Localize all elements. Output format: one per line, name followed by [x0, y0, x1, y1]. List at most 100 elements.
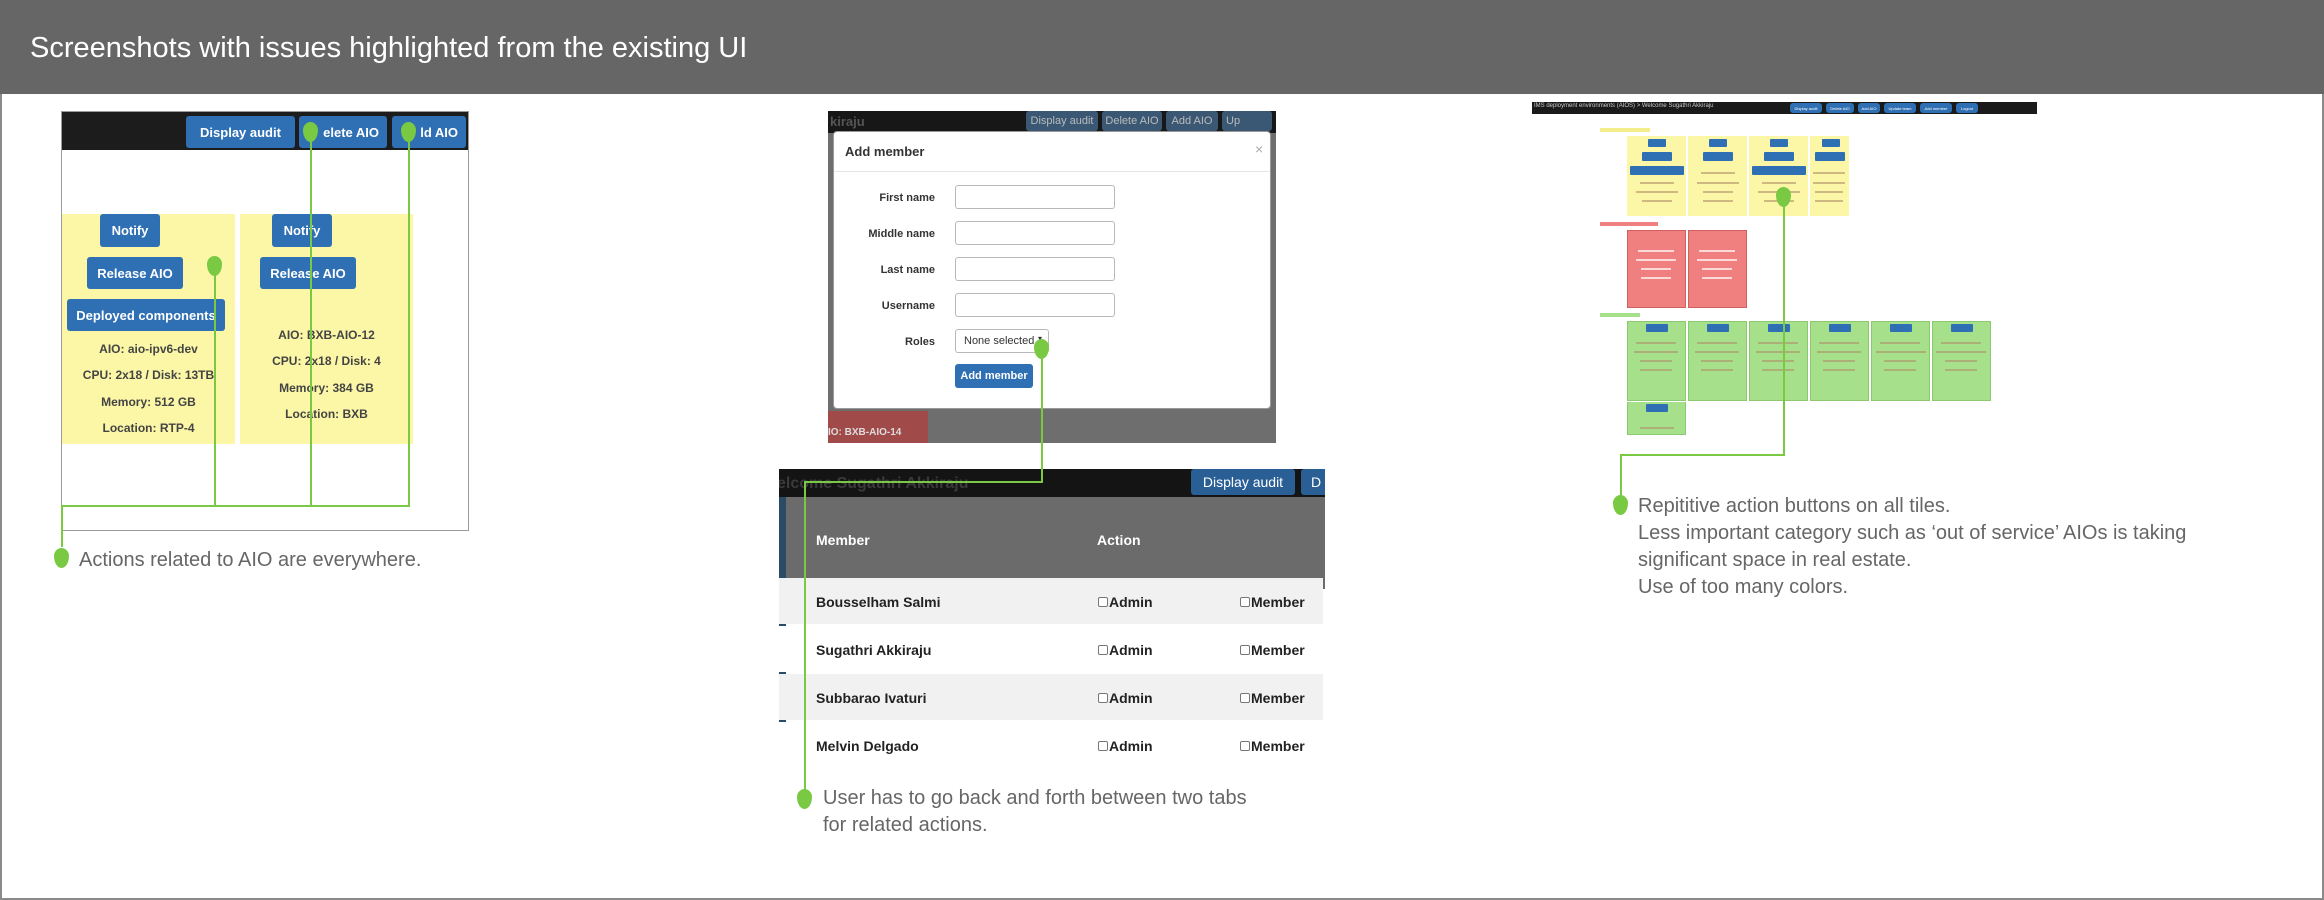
update-team-button[interactable]: Update team	[1884, 103, 1916, 113]
table-row: Subbarao Ivaturi Admin Member	[779, 674, 1323, 720]
member-checkbox[interactable]	[1240, 693, 1250, 703]
notify-button[interactable]	[1770, 139, 1788, 147]
tile-text	[1884, 369, 1916, 371]
add-member-button[interactable]: Add member	[1920, 103, 1952, 113]
issue-note-line2: Less important category such as ‘out of …	[1638, 522, 2187, 544]
reserve-button[interactable]	[1768, 324, 1790, 332]
admin-checkbox[interactable]	[1098, 597, 1108, 607]
release-aio-button[interactable]: Release AIO	[87, 257, 183, 289]
tile-text	[1634, 351, 1678, 353]
background-tile-label: IO: BXB-AIO-14	[828, 427, 902, 438]
deployed-components-button[interactable]	[1752, 166, 1806, 175]
modal-divider	[834, 171, 1270, 172]
aio-tile	[1810, 136, 1849, 216]
tile-text	[1936, 351, 1986, 353]
logout-button[interactable]: Logout	[1956, 103, 1978, 113]
tile-text	[1640, 360, 1672, 362]
callout-line	[804, 481, 806, 791]
reserve-button[interactable]	[1646, 324, 1668, 332]
tile-text	[1701, 369, 1733, 371]
release-aio-button[interactable]	[1642, 152, 1672, 161]
aio-tile	[1688, 136, 1747, 216]
member-checkbox[interactable]	[1240, 597, 1250, 607]
callout-line	[1783, 199, 1785, 455]
username-label: Username	[881, 300, 935, 312]
delete-aio-button[interactable]: D	[1301, 469, 1325, 495]
member-label: Member	[1251, 642, 1305, 658]
add-aio-button[interactable]: Add AIO	[1858, 103, 1880, 113]
notify-button[interactable]: Notify	[100, 214, 160, 247]
section-bar-in-use	[1600, 128, 1650, 132]
reserve-button[interactable]	[1707, 324, 1729, 332]
section-bar-available	[1600, 313, 1640, 317]
tile-text	[1640, 369, 1672, 371]
reserve-button[interactable]	[1829, 324, 1851, 332]
tile-text	[1641, 268, 1671, 270]
tile-text	[1941, 342, 1981, 344]
deployed-components-button[interactable]: Deployed components	[67, 299, 225, 331]
admin-checkbox[interactable]	[1098, 693, 1108, 703]
roles-label: Roles	[905, 336, 935, 348]
reserve-button[interactable]	[1646, 404, 1668, 412]
update-button[interactable]: Up	[1222, 111, 1272, 131]
tile-text	[1758, 342, 1798, 344]
tile-text	[1880, 342, 1920, 344]
admin-checkbox[interactable]	[1098, 741, 1108, 751]
username-field[interactable]	[955, 293, 1115, 317]
tile-text	[1813, 182, 1845, 184]
delete-aio-button[interactable]: Delete AIO	[1826, 103, 1854, 113]
topbar-welcome: kiraju	[830, 114, 865, 129]
notify-button[interactable]	[1648, 139, 1666, 147]
tile-text	[1756, 351, 1800, 353]
aio-memory: Memory: 512 GB	[101, 395, 196, 409]
tile-text	[1703, 200, 1733, 202]
tile-text	[1813, 172, 1845, 174]
tile-text	[1823, 369, 1855, 371]
notify-button[interactable]	[1709, 139, 1727, 147]
aio-name: AIO: BXB-AIO-12	[278, 328, 375, 342]
tile-text	[1876, 351, 1926, 353]
display-audit-button[interactable]: Display audit	[186, 116, 295, 148]
tile-text	[1701, 360, 1733, 362]
member-label: Member	[1251, 690, 1305, 706]
deployed-components-button[interactable]	[1630, 166, 1684, 175]
first-name-label: First name	[879, 192, 935, 204]
middle-name-field[interactable]	[955, 221, 1115, 245]
notify-button[interactable]	[1822, 139, 1840, 147]
last-name-label: Last name	[880, 264, 935, 276]
tile-text	[1697, 259, 1737, 261]
first-name-field[interactable]	[955, 185, 1115, 209]
display-audit-button[interactable]: Display audit	[1026, 111, 1098, 131]
tile-text	[1815, 191, 1843, 193]
display-audit-button[interactable]: Display audit	[1790, 103, 1822, 113]
add-aio-button[interactable]: Add AIO	[1166, 111, 1218, 131]
screenshot-member-table: elcome Sugathri Akkiraju Display audit D…	[779, 469, 1325, 763]
tile-text	[1762, 182, 1796, 184]
last-name-field[interactable]	[955, 257, 1115, 281]
release-aio-button[interactable]	[1703, 152, 1733, 161]
close-icon[interactable]: ×	[1255, 141, 1263, 157]
issue-note-line3: significant space in real estate.	[1638, 549, 1912, 571]
release-aio-button[interactable]: Release AIO	[260, 257, 356, 289]
aio-memory: Memory: 384 GB	[279, 381, 374, 395]
topbar-welcome: elcome Sugathri Akkiraju	[779, 475, 969, 492]
release-aio-button[interactable]	[1815, 152, 1845, 161]
reserve-button[interactable]	[1951, 324, 1973, 332]
callout-line	[61, 505, 410, 507]
tile-text	[1699, 250, 1735, 252]
admin-checkbox[interactable]	[1098, 645, 1108, 655]
column-header-action: Action	[1097, 532, 1141, 548]
reserve-button[interactable]	[1890, 324, 1912, 332]
display-audit-button[interactable]: Display audit	[1191, 469, 1295, 495]
callout-line	[214, 264, 216, 506]
member-checkbox[interactable]	[1240, 741, 1250, 751]
member-checkbox[interactable]	[1240, 645, 1250, 655]
delete-aio-button[interactable]: Delete AIO	[1102, 111, 1162, 131]
callout-line	[310, 132, 312, 506]
callout-line	[1620, 454, 1785, 456]
add-member-submit-button[interactable]: Add member	[955, 364, 1033, 388]
notify-button[interactable]: Notify	[272, 214, 332, 247]
aio-location: Location: RTP-4	[102, 421, 195, 435]
release-aio-button[interactable]	[1764, 152, 1794, 161]
aio-cpu-disk: CPU: 2x18 / Disk: 4	[272, 354, 381, 368]
